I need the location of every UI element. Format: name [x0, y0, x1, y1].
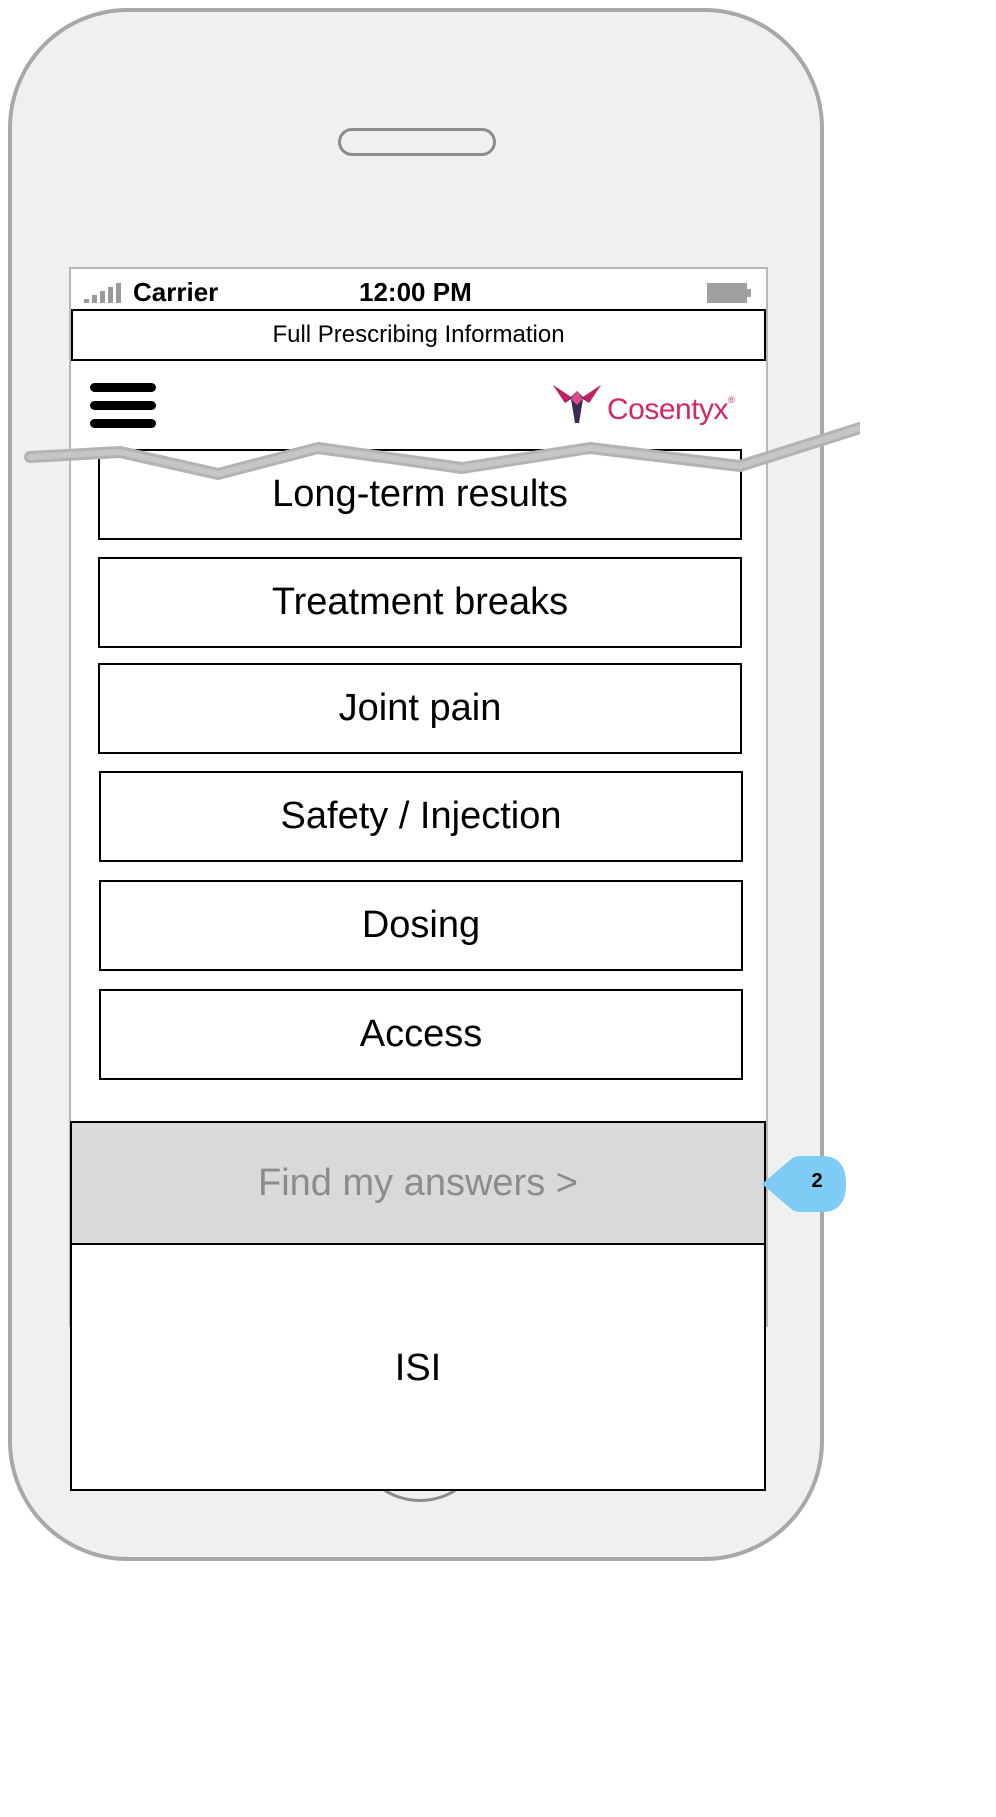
status-time: 12:00 PM: [359, 277, 472, 307]
isi-label: ISI: [394, 1347, 442, 1389]
find-my-answers-button[interactable]: Find my answers >: [70, 1121, 766, 1245]
menu-item-access[interactable]: Access: [99, 989, 743, 1080]
annotation-callout: 2: [762, 1156, 850, 1212]
full-prescribing-information-link[interactable]: Full Prescribing Information: [71, 309, 766, 361]
carrier-name: Carrier: [133, 277, 219, 307]
menu-item-safety-injection[interactable]: Safety / Injection: [99, 771, 743, 862]
menu-item-joint-pain[interactable]: Joint pain: [98, 663, 742, 754]
menu-item-dosing[interactable]: Dosing: [99, 880, 743, 971]
signal-strength-icon: [84, 283, 121, 303]
annotation-number: 2: [811, 1170, 823, 1192]
phone-speaker: [338, 128, 496, 156]
menu-item-treatment-breaks[interactable]: Treatment breaks: [98, 557, 742, 648]
battery-icon: [707, 283, 751, 303]
wireframe-canvas: Carrier 12:00 PM Full Prescribing Inform…: [0, 0, 860, 1568]
isi-panel[interactable]: ISI: [70, 1243, 766, 1491]
status-bar: Carrier 12:00 PM: [71, 269, 766, 309]
torn-edge-divider: [24, 422, 860, 480]
